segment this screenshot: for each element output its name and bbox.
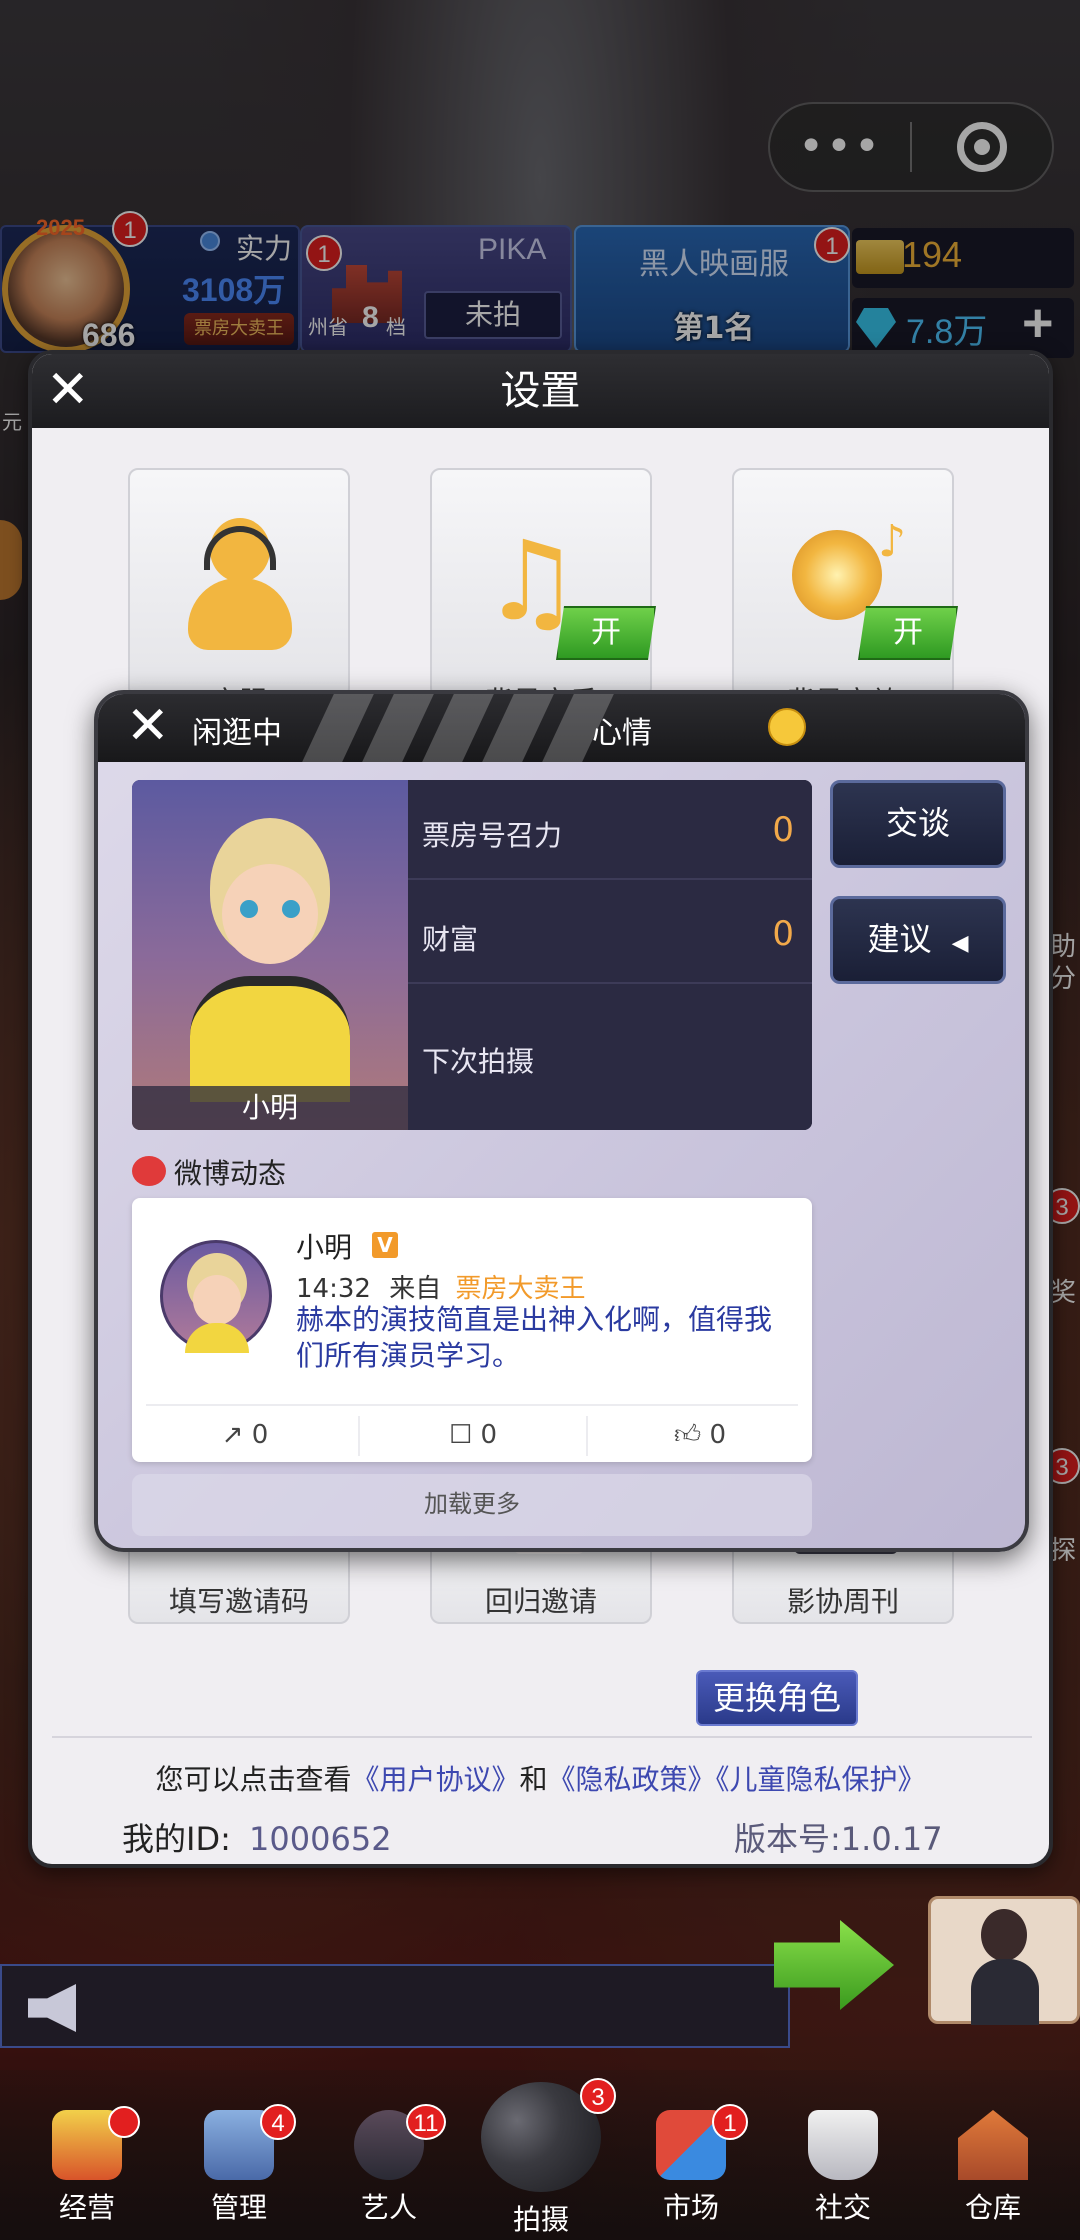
thumbs-up-icon: 👍︎ (674, 1420, 702, 1450)
share-icon: ↗ (221, 1420, 244, 1450)
megaphone-icon (28, 1984, 76, 2032)
agreement-and: 和 (519, 1763, 548, 1796)
mood-happy-icon (768, 708, 806, 746)
sound-effects-toggle[interactable]: 开 (858, 606, 958, 660)
npc-status: 闲逛中 (192, 716, 282, 751)
like-count: 0 (709, 1420, 726, 1450)
nav-item-market[interactable]: 市场 1 (616, 2104, 766, 2226)
agreement-line: 您可以点击查看《用户协议》和《隐私政策》《儿童隐私保护》 (32, 1758, 1049, 1798)
customer-service-icon (188, 518, 292, 652)
stat-row-next-shoot: 下次拍摄 (408, 1006, 812, 1106)
version-label: 版本号:1.0.17 (734, 1820, 943, 1858)
share-count: 0 (251, 1420, 269, 1450)
comment-button[interactable]: ☐ 0 (360, 1408, 586, 1462)
change-role-button[interactable]: 更换角色 (696, 1670, 858, 1726)
caret-left-icon: ◀ (951, 931, 969, 956)
post-avatar[interactable] (160, 1240, 272, 1353)
settings-header: 设置 ✕ (32, 354, 1049, 428)
nav-label: 管理 (210, 2191, 267, 2224)
comment-count: 0 (480, 1420, 498, 1450)
stat-row-wealth: 财富 0 (408, 884, 812, 984)
customer-service-tile[interactable]: 客服 (128, 468, 350, 718)
comment-icon: ☐ (448, 1420, 473, 1450)
nav-item-operations[interactable]: 经营 (12, 2106, 162, 2226)
nav-label: 经营 (58, 2191, 115, 2224)
post-text: 赫本的演技简直是出神入化啊，值得我们所有演员学习。 (296, 1303, 773, 1372)
assistant-portrait[interactable] (928, 1896, 1080, 2025)
nav-label: 市场 (662, 2191, 719, 2224)
return-invite-label: 回归邀请 (484, 1585, 597, 1618)
suggest-button[interactable]: 建议 ◀ (830, 896, 1006, 984)
nav-badge: 1 (712, 2104, 748, 2140)
suggest-label: 建议 (867, 920, 932, 958)
my-id-row: 我的ID: 1000652 (122, 1814, 392, 1860)
character-panel: 小明 票房号召力 0 财富 0 下次拍摄 (132, 780, 812, 1130)
stat-row-boxoffice: 票房号召力 0 (408, 780, 812, 880)
nav-item-management[interactable]: 管理 4 (164, 2104, 314, 2226)
nav-item-warehouse[interactable]: 仓库 (918, 2110, 1068, 2226)
my-id-value: 1000652 (249, 1820, 392, 1858)
like-button[interactable]: 👍︎ 0 (588, 1408, 812, 1462)
stat-label: 财富 (422, 923, 479, 956)
post-source: 票房大卖王 (455, 1274, 586, 1304)
weibo-title: 微博动态 (174, 1157, 287, 1190)
my-id-label: 我的ID: (122, 1820, 231, 1858)
stat-label: 下次拍摄 (422, 1045, 535, 1078)
npc-dialog-header: ✕ 闲逛中 心情 (98, 694, 1025, 762)
post-divider (146, 1404, 798, 1406)
post-source-prefix: 来自 (389, 1274, 442, 1304)
mood-label: 心情 (592, 716, 652, 751)
verified-badge: V (372, 1232, 398, 1258)
agreement-prefix: 您可以点击查看 (155, 1763, 352, 1796)
nav-badge: 11 (406, 2104, 446, 2140)
character-portrait[interactable] (132, 780, 408, 1130)
npc-detail-dialog: ✕ 闲逛中 心情 小明 票房号召力 0 财富 0 下次拍摄 交谈 建议 ◀ 微博… (94, 690, 1029, 1552)
sparkle-notes-icon: ♪ (878, 516, 907, 567)
nav-label: 艺人 (360, 2191, 417, 2224)
user-agreement-link[interactable]: 《用户协议》 (351, 1763, 519, 1796)
post-author[interactable]: 小明 (296, 1226, 352, 1266)
bottom-nav: 经营 管理 4 艺人 11 拍摄 3 市场 1 社交 仓库 (0, 2070, 1080, 2240)
nav-item-filming[interactable]: 拍摄 3 (466, 2078, 616, 2238)
npc-close-icon[interactable]: ✕ (126, 700, 170, 752)
stat-value: 0 (772, 914, 794, 954)
character-stats: 票房号召力 0 财富 0 下次拍摄 (408, 780, 812, 1130)
nav-badge: 3 (580, 2078, 616, 2114)
talk-button[interactable]: 交谈 (830, 780, 1006, 868)
music-toggle[interactable]: 开 (556, 606, 656, 660)
nav-item-artists[interactable]: 艺人 11 (314, 2104, 464, 2226)
stat-value: 0 (772, 810, 794, 850)
nav-dot-badge (108, 2106, 140, 2138)
child-privacy-link[interactable]: 《儿童隐私保护》 (716, 1763, 926, 1796)
stat-label: 票房号召力 (422, 819, 563, 852)
nav-item-social[interactable]: 社交 (768, 2110, 918, 2226)
share-button[interactable]: ↗ 0 (132, 1408, 358, 1462)
character-name: 小明 (132, 1086, 408, 1130)
divider (52, 1736, 1032, 1738)
coffee-cup-icon (808, 2110, 878, 2180)
weibo-icon (132, 1156, 166, 1186)
post-meta: 14:32 来自 票房大卖王 (296, 1268, 586, 1305)
nav-badge: 4 (260, 2104, 296, 2140)
nav-label: 拍摄 (512, 2203, 569, 2236)
settings-title: 设置 (500, 368, 581, 414)
load-more-button[interactable]: 加载更多 (132, 1474, 812, 1536)
warehouse-icon (958, 2110, 1028, 2180)
load-more-label: 加载更多 (424, 1490, 520, 1518)
nav-label: 社交 (814, 2191, 871, 2224)
invite-code-label: 填写邀请码 (168, 1585, 309, 1618)
nav-label: 仓库 (964, 2191, 1021, 2224)
weekly-magazine-label: 影协周刊 (786, 1585, 899, 1618)
sound-effects-tile[interactable]: ♪ 开 背景音效 (732, 468, 958, 718)
music-tile[interactable]: ♫ 开 背景音乐 (430, 468, 656, 718)
announcement-bar[interactable] (0, 1964, 790, 2048)
weibo-post-card: 小明 V 14:32 来自 票房大卖王 赫本的演技简直是出神入化啊，值得我们所有… (132, 1198, 812, 1462)
post-time: 14:32 (296, 1274, 371, 1304)
privacy-policy-link[interactable]: 《隐私政策》 (548, 1763, 716, 1796)
settings-close-icon[interactable]: ✕ (46, 364, 90, 416)
